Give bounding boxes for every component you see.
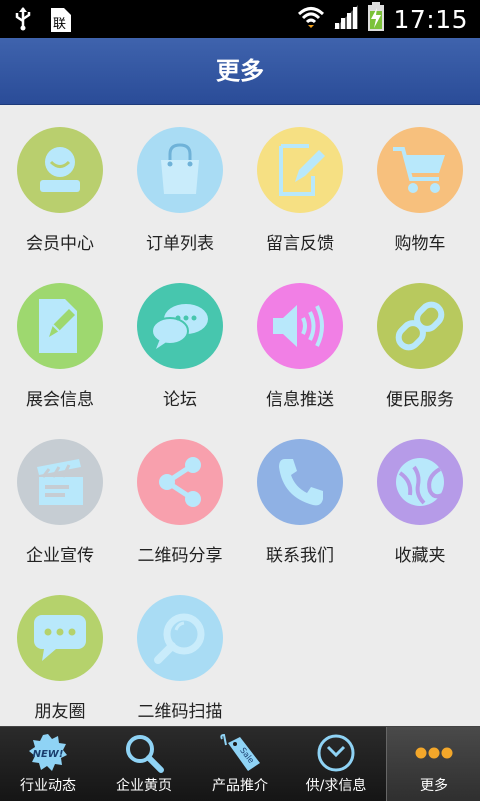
- sale-tag-icon: Sale: [192, 733, 288, 773]
- tab-label: 行业动态: [20, 778, 76, 794]
- tab-label: 产品推介: [212, 778, 268, 794]
- grid-item-qr-scan[interactable]: 二维码扫描: [120, 573, 240, 729]
- grid-item-label: 留言反馈: [266, 234, 334, 254]
- grid-item-label: 企业宣传: [26, 546, 94, 566]
- clock-time: 17:15: [393, 4, 468, 34]
- edit-note-icon: [257, 127, 343, 213]
- grid-item-moments[interactable]: 朋友圈: [0, 573, 120, 729]
- grid-item-label: 论坛: [163, 390, 197, 410]
- tab-label: 供/求信息: [305, 778, 367, 794]
- grid-item-qr-share[interactable]: 二维码分享: [120, 417, 240, 573]
- svg-text:NEW!: NEW!: [33, 749, 64, 760]
- document-pen-icon: [17, 283, 103, 369]
- grid-item-contact-us[interactable]: 联系我们: [240, 417, 360, 573]
- grid-item-member-center[interactable]: 会员中心: [0, 105, 120, 261]
- grid-item-cart[interactable]: 购物车: [360, 105, 480, 261]
- grid-item-exhibition-info[interactable]: 展会信息: [0, 261, 120, 417]
- new-badge-icon: NEW!: [0, 733, 96, 773]
- search-icon: [96, 733, 192, 773]
- wifi-icon: [297, 5, 325, 33]
- grid-item-label: 信息推送: [266, 390, 334, 410]
- cart-icon: [377, 127, 463, 213]
- share-icon: [137, 439, 223, 525]
- clapperboard-icon: [17, 439, 103, 525]
- grid-item-label: 朋友圈: [34, 702, 86, 722]
- grid-item-label: 联系我们: [266, 546, 334, 566]
- battery-charging-icon: [367, 2, 385, 36]
- tab-label: 企业黄页: [116, 778, 172, 794]
- grid-item-label: 收藏夹: [394, 546, 446, 566]
- compass-icon: [288, 733, 384, 773]
- grid-item-label: 二维码分享: [137, 546, 223, 566]
- grid-item-label: 购物车: [394, 234, 446, 254]
- grid-item-label: 展会信息: [26, 390, 94, 410]
- grid-item-order-list[interactable]: 订单列表: [120, 105, 240, 261]
- grid-item-company-promo[interactable]: 企业宣传: [0, 417, 120, 573]
- bottom-tab-bar: NEW! 行业动态 企业黄页 Sale 产品推介 供/求信息 更多: [0, 726, 480, 801]
- grid-item-push-info[interactable]: 信息推送: [240, 261, 360, 417]
- page-title: 更多: [216, 57, 264, 85]
- svg-text:联: 联: [53, 17, 66, 32]
- chat-bubbles-icon: [137, 283, 223, 369]
- magnifier-icon: [137, 595, 223, 681]
- grid-item-feedback[interactable]: 留言反馈: [240, 105, 360, 261]
- favorites-icon: [377, 439, 463, 525]
- message-icon: [17, 595, 103, 681]
- member-icon: [17, 127, 103, 213]
- usb-icon: [14, 7, 32, 37]
- signal-icon: [333, 4, 359, 34]
- grid-item-label: 二维码扫描: [137, 702, 223, 722]
- grid-item-label: 会员中心: [26, 234, 94, 254]
- feature-grid: 会员中心 订单列表 留言反馈 购物车 展会信息 论坛 信息推送 便民服务 企业宣…: [0, 105, 480, 725]
- title-bar: 更多: [0, 38, 480, 105]
- grid-item-forum[interactable]: 论坛: [120, 261, 240, 417]
- grid-item-convenience-service[interactable]: 便民服务: [360, 261, 480, 417]
- tab-industry-news[interactable]: NEW! 行业动态: [0, 727, 96, 801]
- tab-more[interactable]: 更多: [386, 727, 480, 801]
- tab-product-promo[interactable]: Sale 产品推介: [192, 727, 288, 801]
- tab-label: 更多: [420, 778, 448, 794]
- phone-icon: [257, 439, 343, 525]
- grid-item-favorites[interactable]: 收藏夹: [360, 417, 480, 573]
- tab-supply-demand[interactable]: 供/求信息: [288, 727, 384, 801]
- shopping-bag-icon: [137, 127, 223, 213]
- link-icon: [377, 283, 463, 369]
- more-dots-icon: [387, 733, 480, 773]
- status-bar: 联 17:15: [0, 0, 480, 38]
- grid-item-label: 订单列表: [146, 234, 214, 254]
- tab-company-directory[interactable]: 企业黄页: [96, 727, 192, 801]
- sim-icon: 联: [50, 7, 72, 37]
- speaker-icon: [257, 283, 343, 369]
- grid-item-label: 便民服务: [386, 390, 454, 410]
